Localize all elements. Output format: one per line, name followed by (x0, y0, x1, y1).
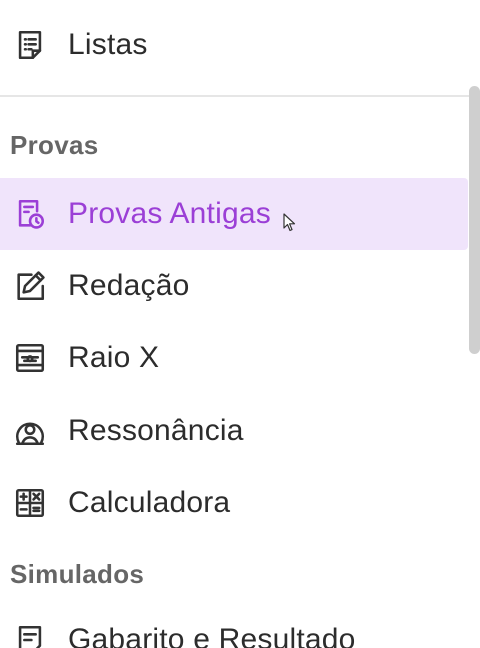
sidebar-item-provas-antigas[interactable]: Provas Antigas (0, 178, 468, 250)
xray-screen-icon (12, 340, 48, 376)
sidebar-nav: Listas Provas Provas Antigas Redação Rai… (0, 0, 480, 648)
calculator-icon (12, 485, 48, 521)
sidebar-item-gabarito-resultado[interactable]: Gabarito e Resultado (0, 604, 468, 648)
sidebar-item-label: Provas Antigas (68, 197, 271, 230)
section-title-provas: Provas (10, 130, 99, 160)
edit-square-icon (12, 268, 48, 304)
sidebar-item-raio-x[interactable]: Raio X (0, 322, 468, 394)
sidebar-item-label: Gabarito e Resultado (68, 623, 356, 648)
mouse-cursor-icon (283, 213, 296, 232)
sidebar-item-redacao[interactable]: Redação (0, 250, 468, 322)
sidebar-item-label: Calculadora (68, 486, 231, 519)
section-divider (0, 95, 472, 97)
sidebar-item-label: Redação (68, 269, 190, 302)
list-document-icon (12, 27, 48, 63)
sidebar-scrollbar[interactable] (469, 86, 480, 354)
sidebar-item-listas[interactable]: Listas (0, 9, 468, 81)
sidebar-item-label: Ressonância (68, 414, 244, 447)
sidebar-item-label: Raio X (68, 341, 160, 374)
section-title-simulados: Simulados (10, 559, 145, 589)
sidebar-item-calculadora[interactable]: Calculadora (0, 467, 468, 539)
scanner-person-icon (12, 413, 48, 449)
exam-clock-icon (12, 196, 48, 232)
answer-sheet-icon (12, 622, 48, 648)
sidebar-item-ressonancia[interactable]: Ressonância (0, 395, 468, 467)
sidebar-item-label: Listas (68, 28, 148, 61)
